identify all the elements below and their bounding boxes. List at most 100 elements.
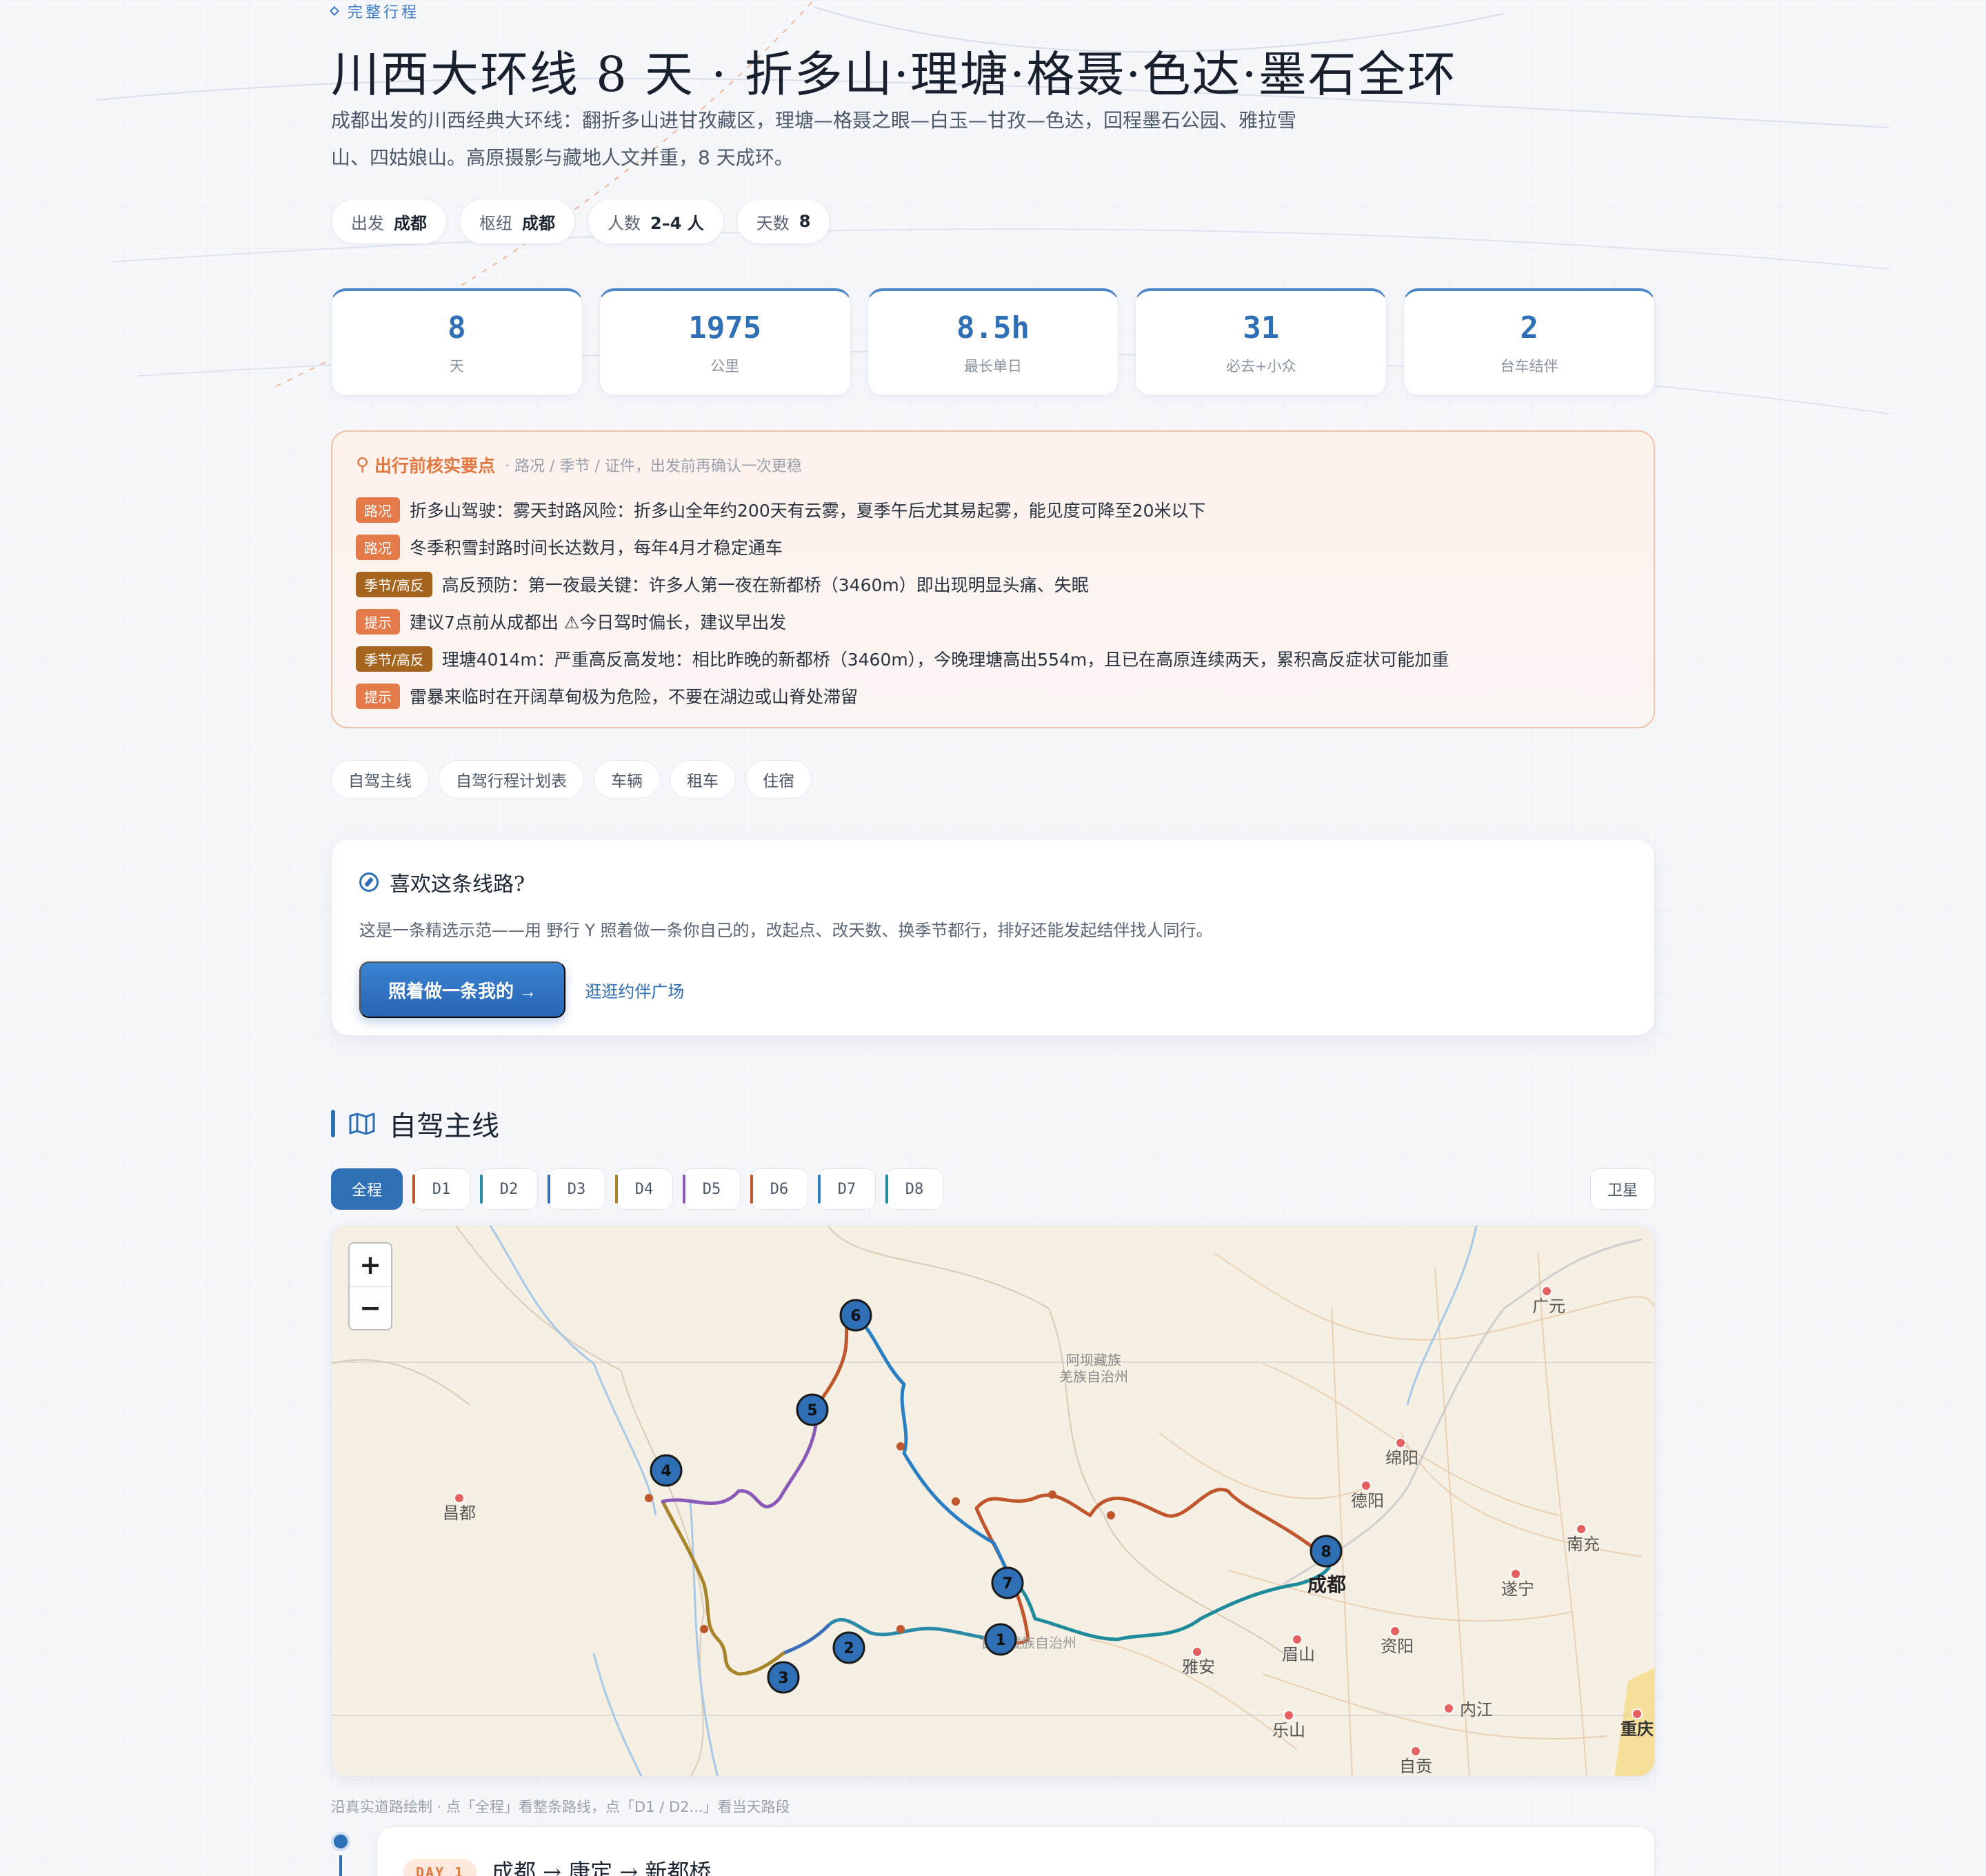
tab-d5[interactable]: D5 [683,1168,741,1210]
tab-label: 全程 [351,1182,382,1199]
checklist-tag: 提示 [356,683,400,709]
eyebrow-label: 完整行程 [348,4,420,21]
tab-label: D8 [905,1180,924,1198]
waypoint-dot [952,1497,960,1506]
link-plan-table[interactable]: 自驾行程计划表 [439,760,584,799]
satellite-toggle[interactable]: 卫星 [1589,1168,1655,1210]
eyebrow: 完整行程 [329,0,420,22]
day-card-1[interactable]: DAY 1 成都 → 康定 → 新都桥 [377,1826,1655,1876]
label-zigong: 自贡 [1399,1757,1432,1776]
label-chongqing: 重庆 [1621,1719,1654,1739]
day-marker-7[interactable]: 7 [991,1566,1024,1599]
tab-d1[interactable]: D1 [412,1168,470,1210]
label-mianyang: 绵阳 [1385,1448,1418,1468]
checklist-item: 提示 雷暴来临时在开阔草甸极为危险，不要在湖边或山脊处滞留 [356,677,1630,715]
tab-label: D2 [499,1180,519,1198]
map-background [332,1226,1654,1776]
chip-value: 2–4 人 [650,213,704,233]
zoom-out-button[interactable]: − [350,1286,391,1330]
copy-route-button[interactable]: 照着做一条我的 → [359,961,566,1018]
checklist-item: 季节/高反 高反预防：第一夜最关键：许多人第一夜在新都桥（3460m）即出现明显头… [356,566,1630,603]
tab-d6[interactable]: D6 [750,1168,808,1210]
cta-title: 喜欢这条线路? [359,867,1627,897]
checklist-title: 出行前核实要点 [374,456,496,476]
tab-label: D5 [702,1180,721,1198]
city-dot [1192,1646,1203,1657]
stat-cars: 2 台车结伴 [1403,288,1655,396]
day-marker-5[interactable]: 5 [796,1393,829,1426]
stat-number: 8 [448,310,466,346]
tab-d3[interactable]: D3 [548,1168,605,1210]
day-marker-8[interactable]: 8 [1310,1535,1343,1568]
svg-text:8: 8 [1321,1544,1331,1561]
tab-label: D6 [770,1180,789,1198]
stat-label: 台车结伴 [1500,358,1558,375]
waypoint-dot [1107,1511,1115,1519]
map-canvas: 阿坝藏族 羌族自治州 昌都 广元 绵阳 德阳 南充 遂宁 成都 雅安 眉山 资阳… [332,1226,1654,1776]
city-dot [1576,1524,1587,1535]
pre-trip-checklist: ⚲ 出行前核实要点 · 路况 / 季节 / 证件，出发前再确认一次更稳 路况 折多… [331,430,1655,728]
link-vehicles[interactable]: 车辆 [594,760,660,799]
label-guangyuan: 广元 [1532,1297,1565,1316]
day-marker-4[interactable]: 4 [650,1454,683,1487]
day-marker-6[interactable]: 6 [839,1299,872,1332]
tab-d4[interactable]: D4 [615,1168,673,1210]
trip-meta-chips: 出发 成都 枢纽 成都 人数 2–4 人 天数 8 [331,199,831,244]
search-icon: ⚲ [356,455,370,475]
day-marker-2[interactable]: 2 [832,1631,865,1664]
chip-value: 成都 [522,213,555,233]
link-lodging[interactable]: 住宿 [745,760,812,799]
copy-route-cta: 喜欢这条线路? 这是一条精选示范——用 野行 Y 照着做一条你自己的，改起点、改… [331,839,1655,1036]
svg-text:1: 1 [995,1632,1005,1649]
waypoint-dot [896,1625,905,1633]
city-dot [1292,1634,1303,1645]
route-map[interactable]: 阿坝藏族 羌族自治州 昌都 广元 绵阳 德阳 南充 遂宁 成都 雅安 眉山 资阳… [331,1225,1655,1777]
checklist-text: 雷暴来临时在开阔草甸极为危险，不要在湖边或山脊处滞留 [410,687,859,707]
timeline-dot [331,1832,350,1851]
stat-spots: 31 必去+小众 [1135,288,1387,396]
chip-label: 人数 [608,213,641,233]
city-dot [1632,1708,1643,1719]
tab-color-bar [683,1175,685,1204]
day-route-title: 成都 → 康定 → 新都桥 [492,1859,712,1876]
day-marker-3[interactable]: 3 [767,1661,800,1694]
compass-icon [359,872,379,892]
tab-color-bar [480,1175,483,1204]
stat-label: 公里 [710,358,740,375]
chip-label: 枢纽 [479,213,512,233]
checklist-text: 高反预防：第一夜最关键：许多人第一夜在新都桥（3460m）即出现明显头痛、失眠 [441,575,1089,595]
companion-square-link[interactable]: 逛逛约伴广场 [585,978,684,1002]
city-dot [1510,1568,1521,1579]
tab-color-bar [818,1175,821,1204]
tab-color-bar [548,1175,550,1204]
section-links: 自驾主线 自驾行程计划表 车辆 租车 住宿 [331,760,812,799]
checklist-text: 折多山驾驶：雾天封路风险：折多山全年约200天有云雾，夏季午后尤其易起雾，能见度… [410,501,1206,521]
link-car-rental[interactable]: 租车 [670,760,736,799]
zoom-in-button[interactable]: + [350,1244,391,1286]
chip-hub: 枢纽 成都 [459,199,575,244]
tab-color-bar [750,1175,753,1204]
day-marker-1[interactable]: 1 [984,1623,1017,1656]
tab-d7[interactable]: D7 [818,1168,876,1210]
svg-text:6: 6 [850,1308,861,1325]
tab-label: D1 [432,1180,451,1198]
checklist-tag: 路况 [356,534,400,560]
city-dot [1443,1703,1454,1714]
cta-actions: 照着做一条我的 → 逛逛约伴广场 [359,961,1627,1018]
section-accent-bar [331,1110,335,1137]
tab-all[interactable]: 全程 [331,1168,403,1210]
tab-d8[interactable]: D8 [885,1168,943,1210]
stat-label: 天 [449,358,464,375]
tab-d2[interactable]: D2 [480,1168,538,1210]
label-nanchong: 南充 [1567,1535,1600,1554]
label-aba2: 羌族自治州 [1059,1368,1128,1385]
svg-text:2: 2 [843,1640,854,1657]
svg-text:4: 4 [661,1463,671,1480]
chip-label: 天数 [756,213,790,233]
day-tabs: 全程 D1 D2 D3 D4 D5 D6 D7 D8 [331,1168,943,1210]
link-main-route[interactable]: 自驾主线 [331,760,429,799]
waypoint-dot [700,1625,708,1633]
tab-label: D3 [567,1180,586,1198]
route-section-title-text: 自驾主线 [389,1110,499,1142]
stat-label: 最长单日 [963,358,1022,375]
